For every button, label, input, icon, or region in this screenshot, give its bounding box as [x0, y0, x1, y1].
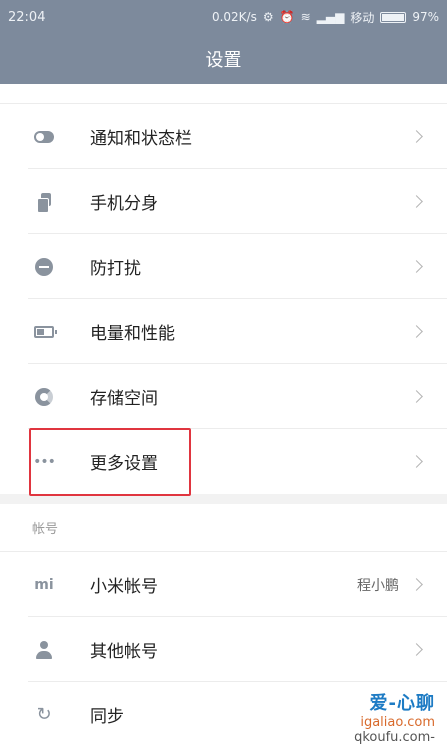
net-speed: 0.02K/s — [211, 10, 257, 24]
chevron-right-icon — [410, 195, 423, 208]
watermark-url: qkoufu.com- — [354, 730, 435, 745]
settings-item-label: 手机分身 — [90, 194, 158, 214]
do-not-disturb-icon — [34, 257, 54, 277]
battery-percent: 97% — [412, 10, 439, 24]
chevron-right-icon — [410, 325, 423, 338]
watermark-brand: 爱-心聊 — [369, 693, 435, 714]
watermark: 爱-心聊 igaliao.com qkoufu.com- — [297, 689, 445, 745]
settings-item-battery[interactable]: 电量和性能 — [0, 299, 447, 364]
account-name-value: 程小鹏 — [357, 577, 399, 594]
settings-item-mi-account[interactable]: mi 小米帐号 程小鹏 — [0, 552, 447, 617]
wifi-icon: ≋ — [300, 10, 311, 24]
settings-list: 通知和状态栏 手机分身 防打扰 电量和性能 存储空间 ••• 更多设置 帐号 m — [0, 84, 447, 747]
status-right: 0.02K/s ⚙ ⏰ ≋ ▂▄▆ 移动 97% — [212, 9, 439, 26]
settings-item-label: 小米帐号 — [90, 577, 158, 597]
settings-item-label: 防打扰 — [90, 259, 141, 279]
chevron-right-icon — [410, 130, 423, 143]
sync-icon: ↻ — [36, 704, 52, 725]
storage-icon — [34, 387, 54, 407]
person-icon — [34, 640, 54, 660]
status-time: 22:04 — [8, 9, 46, 25]
signal-icon: ▂▄▆ — [316, 10, 345, 24]
phone-clone-icon — [34, 192, 54, 213]
sync-status-icon: ⚙ — [262, 10, 274, 24]
settings-item-label: 存储空间 — [90, 389, 158, 409]
status-bar: 22:04 0.02K/s ⚙ ⏰ ≋ ▂▄▆ 移动 97% — [0, 0, 447, 34]
mi-icon: mi — [34, 576, 54, 593]
chevron-right-icon — [410, 455, 423, 468]
battery-icon — [34, 322, 57, 342]
settings-item-second-space[interactable]: 手机分身 — [0, 169, 447, 234]
title-bar: 设置 — [0, 34, 447, 84]
list-top-edge — [0, 84, 447, 104]
settings-item-label: 其他帐号 — [90, 642, 158, 662]
chevron-right-icon — [410, 260, 423, 273]
chevron-right-icon — [410, 578, 423, 591]
settings-item-do-not-disturb[interactable]: 防打扰 — [0, 234, 447, 299]
settings-item-other-accounts[interactable]: 其他帐号 — [0, 617, 447, 682]
toggle-icon — [34, 127, 54, 147]
watermark-domain: igaliao.com — [360, 715, 435, 730]
highlight-box — [29, 428, 191, 496]
section-header-accounts: 帐号 — [0, 504, 447, 552]
settings-item-label: 通知和状态栏 — [90, 129, 192, 149]
alarm-icon: ⏰ — [279, 10, 295, 24]
page-title: 设置 — [205, 50, 242, 71]
settings-item-notifications[interactable]: 通知和状态栏 — [0, 104, 447, 169]
chevron-right-icon — [410, 643, 423, 656]
carrier-label: 移动 — [350, 10, 375, 25]
chevron-right-icon — [410, 390, 423, 403]
settings-item-label: 同步 — [90, 707, 124, 727]
battery-status-icon — [380, 11, 407, 23]
section-header-label: 帐号 — [32, 522, 59, 537]
settings-item-storage[interactable]: 存储空间 — [0, 364, 447, 429]
settings-item-label: 电量和性能 — [90, 324, 175, 344]
